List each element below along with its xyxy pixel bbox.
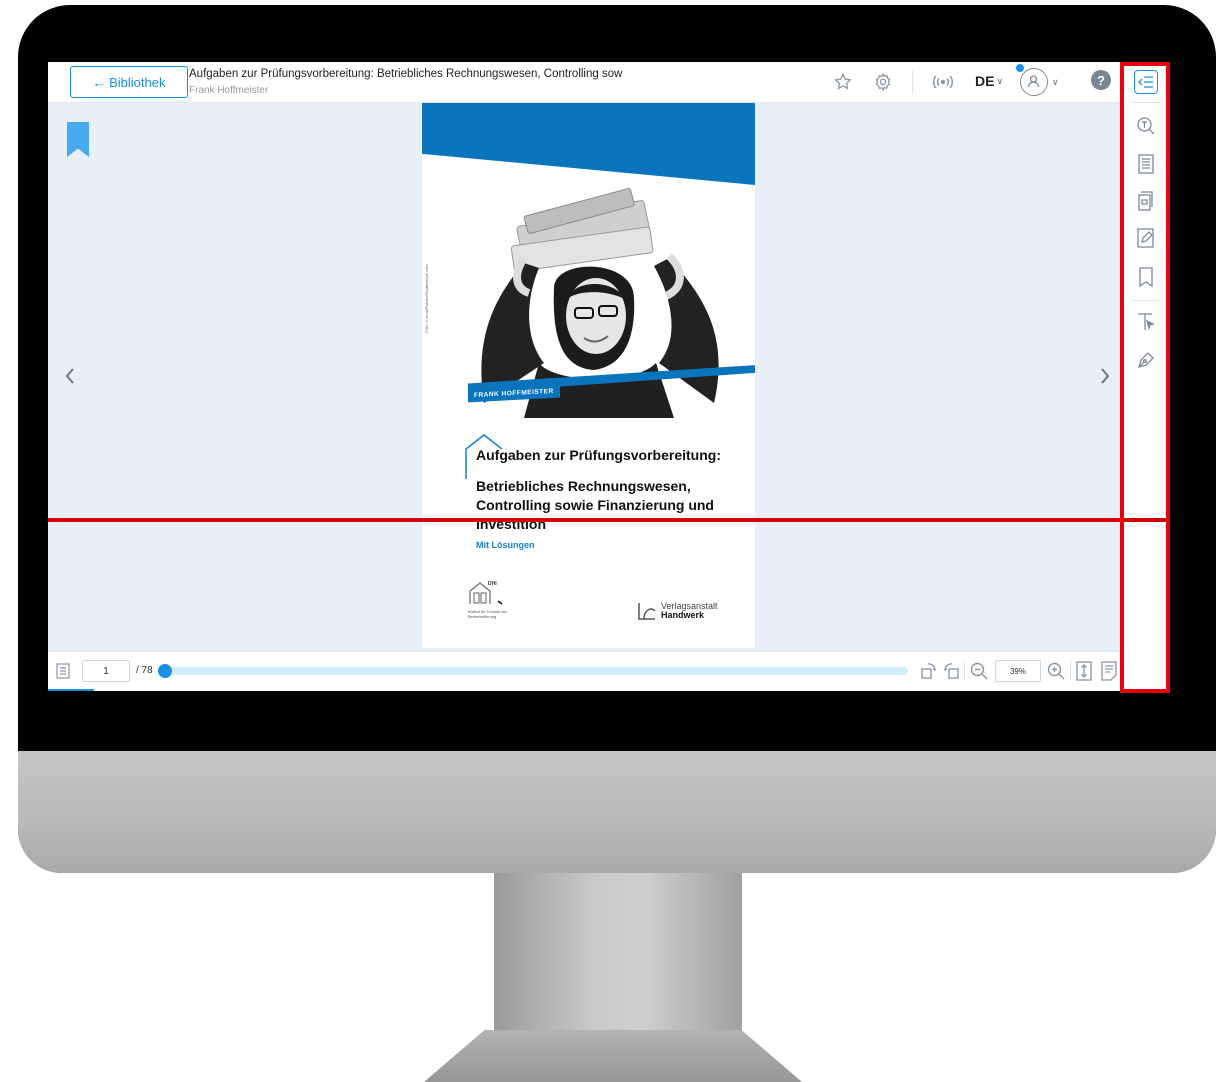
photo-credit: Foto: © scusi/Fotolia/Shutterstock.com bbox=[424, 264, 429, 333]
ittb-logo-text: Institut für Technik der Betriebsführung bbox=[468, 609, 508, 619]
book-cover-page: Foto: © scusi/Fotolia/Shutterstock.com F… bbox=[422, 103, 755, 648]
text-search-icon[interactable] bbox=[1134, 114, 1158, 138]
monitor-stand-neck bbox=[494, 873, 742, 1033]
ittb-logo: DHI Institut für Technik der Betriebsfüh… bbox=[468, 579, 538, 627]
cover-title-line1: Aufgaben zur Prüfungsvorbereitung: bbox=[476, 447, 721, 463]
slider-knob[interactable] bbox=[158, 664, 172, 678]
top-toolbar: ← Bibliothek Aufgaben zur Prüfungsvorber… bbox=[48, 62, 1121, 103]
toolbar-divider bbox=[964, 661, 965, 681]
monitor-stand-foot bbox=[424, 1030, 802, 1082]
zoom-level-input[interactable] bbox=[995, 660, 1041, 682]
monitor-chin bbox=[18, 751, 1216, 873]
reader-screen: ← Bibliothek Aufgaben zur Prüfungsvorber… bbox=[48, 62, 1170, 691]
language-selector[interactable]: DE ∨ bbox=[975, 73, 1003, 89]
language-label: DE bbox=[975, 73, 995, 89]
vh-logo-mark bbox=[638, 603, 656, 620]
bottom-toolbar: / 78 bbox=[48, 651, 1121, 691]
page-thumbnails-icon[interactable] bbox=[1134, 189, 1158, 213]
help-icon[interactable]: ? bbox=[1091, 70, 1111, 90]
fit-height-icon[interactable] bbox=[1073, 660, 1095, 682]
collapse-panel-icon[interactable] bbox=[1134, 70, 1158, 94]
sidebar-divider bbox=[1132, 102, 1160, 103]
zoom-in-icon[interactable] bbox=[1045, 660, 1067, 682]
broadcast-icon[interactable] bbox=[932, 71, 954, 93]
previous-page-icon[interactable] bbox=[60, 362, 80, 390]
settings-icon[interactable] bbox=[872, 71, 894, 93]
document-view-icon[interactable] bbox=[1098, 660, 1120, 682]
chevron-down-icon: ∨ bbox=[1052, 76, 1059, 87]
active-tab-indicator bbox=[48, 689, 94, 691]
chevron-down-icon: ∨ bbox=[996, 75, 1004, 86]
rotate-left-icon[interactable] bbox=[918, 660, 940, 682]
star-icon[interactable] bbox=[832, 71, 854, 93]
text-select-icon[interactable] bbox=[1134, 310, 1158, 334]
document-author: Frank Hoffmeister bbox=[189, 85, 269, 96]
bookmark-outline-icon[interactable] bbox=[1134, 265, 1158, 289]
bookmark-flag-icon[interactable] bbox=[67, 122, 89, 157]
cover-title-line2: Betriebliches Rechnungswesen, Controllin… bbox=[476, 478, 714, 532]
cover-subtitle: Mit Lösungen bbox=[476, 540, 535, 550]
rotate-right-icon[interactable] bbox=[940, 660, 962, 682]
ittb-logo-label: DHI bbox=[488, 581, 497, 587]
next-page-icon[interactable] bbox=[1095, 362, 1115, 390]
toolbar-divider bbox=[912, 70, 913, 94]
pen-icon[interactable] bbox=[1134, 348, 1158, 372]
cover-blue-band bbox=[422, 103, 755, 185]
zoom-out-icon[interactable] bbox=[968, 660, 990, 682]
user-icon bbox=[1016, 64, 1048, 96]
vh-line2: Handwerk bbox=[661, 610, 705, 620]
table-of-contents-icon[interactable] bbox=[1134, 152, 1158, 176]
page-number-input[interactable] bbox=[82, 660, 130, 682]
right-tool-sidebar bbox=[1121, 62, 1170, 691]
verlagsanstalt-handwerk-logo: Verlagsanstalt Handwerk bbox=[636, 600, 736, 622]
document-title: Aufgaben zur Prüfungsvorbereitung: Betri… bbox=[189, 68, 623, 80]
page-total: / 78 bbox=[136, 665, 153, 676]
page-progress-slider[interactable] bbox=[158, 664, 908, 678]
notification-dot bbox=[1016, 64, 1024, 72]
user-menu[interactable]: ∨ bbox=[1016, 64, 1059, 96]
sidebar-divider bbox=[1132, 300, 1160, 301]
notes-icon[interactable] bbox=[1134, 226, 1158, 250]
back-to-library-button[interactable]: ← Bibliothek bbox=[70, 66, 188, 98]
toolbar-divider bbox=[1070, 661, 1071, 681]
page-list-icon[interactable] bbox=[52, 660, 74, 682]
